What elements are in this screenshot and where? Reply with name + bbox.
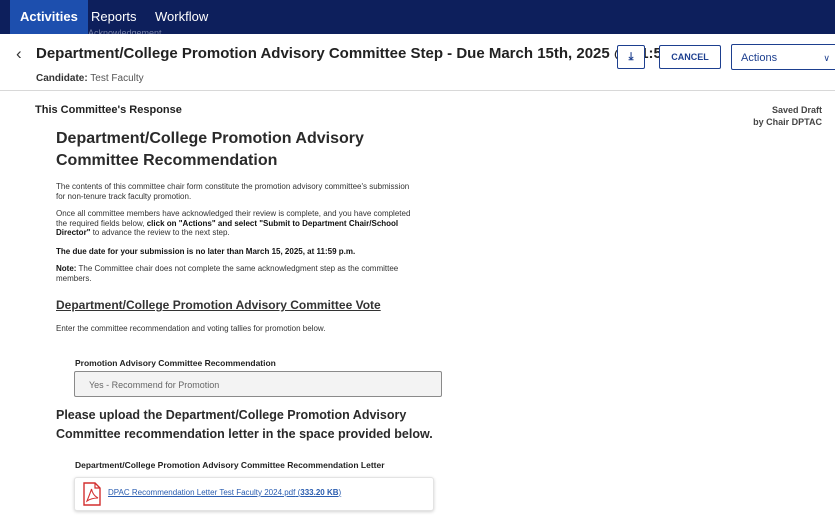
pdf-file-icon (83, 482, 101, 506)
download-icon: ⤓ (628, 51, 634, 63)
download-button[interactable]: ⤓ (617, 45, 645, 69)
tab-workflow[interactable]: Workflow (155, 0, 208, 34)
vote-section-heading: Department/College Promotion Advisory Co… (56, 298, 381, 312)
status-badge: Saved Draft by Chair DPTAC (753, 104, 822, 128)
status-line-1: Saved Draft (771, 105, 822, 115)
note-paragraph: Note: The Committee chair does not compl… (56, 264, 416, 283)
tab-activities[interactable]: Activities (10, 0, 88, 34)
form-title-line-1: Department/College Promotion Advisory (56, 130, 364, 147)
vote-intro-text: Enter the committee recommendation and v… (56, 324, 326, 333)
page-title: Department/College Promotion Advisory Co… (36, 45, 697, 62)
candidate-label: Candidate: (36, 73, 88, 84)
actions-label: Actions (741, 52, 778, 64)
recommendation-label: Promotion Advisory Committee Recommendat… (75, 358, 276, 368)
instructions-paragraph: Once all committee members have acknowle… (56, 209, 416, 238)
actions-dropdown[interactable]: Actions ∨ (731, 44, 835, 70)
response-heading: This Committee's Response (35, 104, 182, 116)
candidate-info: Candidate: Test Faculty (36, 73, 144, 84)
status-line-2: by Chair DPTAC (753, 117, 822, 127)
recommendation-field[interactable]: Yes - Recommend for Promotion (74, 371, 442, 397)
chevron-down-icon: ∨ (823, 53, 830, 63)
chevron-left-icon[interactable]: ‹ (16, 44, 22, 64)
top-navigation-bar: Activities Reports Workflow Acknowledgem… (0, 0, 835, 38)
file-size: 333.20 KB (300, 488, 339, 497)
note-label: Note: (56, 264, 77, 273)
instructions-text-c: to advance the review to the next step. (90, 228, 230, 237)
letter-label: Department/College Promotion Advisory Co… (75, 460, 385, 470)
note-text: The Committee chair does not complete th… (56, 264, 399, 283)
intro-paragraph: The contents of this committee chair for… (56, 182, 410, 201)
form-title-line-2: Committee Recommendation (56, 152, 278, 169)
upload-heading-line-2: Committee recommendation letter in the s… (56, 427, 433, 441)
file-download-link[interactable]: DPAC Recommendation Letter Test Faculty … (108, 488, 341, 497)
cancel-button[interactable]: CANCEL (659, 45, 721, 69)
upload-heading-line-1: Please upload the Department/College Pro… (56, 408, 407, 422)
due-date-text: The due date for your submission is no l… (56, 247, 356, 256)
uploaded-file-card[interactable]: DPAC Recommendation Letter Test Faculty … (74, 477, 434, 511)
candidate-value: Test Faculty (90, 73, 144, 84)
